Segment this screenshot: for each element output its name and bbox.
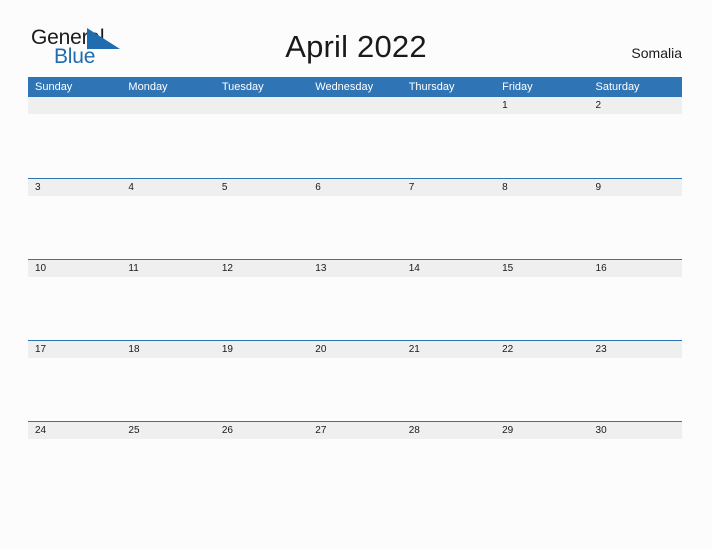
day-cell[interactable] — [121, 97, 214, 114]
day-cell[interactable]: 29 — [495, 422, 588, 439]
day-cell[interactable]: 14 — [402, 260, 495, 277]
region-label: Somalia — [631, 45, 682, 61]
calendar-week-row: 3 4 5 6 7 8 9 — [28, 178, 682, 260]
weekday-header-wednesday: Wednesday — [315, 81, 374, 93]
day-number-band: 3 4 5 6 7 8 9 — [28, 179, 682, 196]
weekday-header-row: Sunday Monday Tuesday Wednesday Thursday… — [28, 77, 682, 97]
day-cell[interactable]: 9 — [589, 179, 682, 196]
day-cell[interactable]: 5 — [215, 179, 308, 196]
day-note-area[interactable] — [28, 439, 682, 503]
day-note-area[interactable] — [28, 277, 682, 341]
day-cell[interactable]: 11 — [121, 260, 214, 277]
day-cell[interactable]: 2 — [589, 97, 682, 114]
day-cell[interactable] — [308, 97, 401, 114]
calendar-page: General Blue April 2022 Somalia Sunday M… — [0, 0, 712, 550]
day-cell[interactable]: 4 — [121, 179, 214, 196]
day-cell[interactable]: 17 — [28, 341, 121, 358]
day-cell[interactable]: 27 — [308, 422, 401, 439]
day-cell[interactable]: 10 — [28, 260, 121, 277]
day-cell[interactable]: 25 — [121, 422, 214, 439]
calendar-week-row: 1 2 — [28, 97, 682, 178]
day-cell[interactable]: 21 — [402, 341, 495, 358]
weekday-header-saturday: Saturday — [595, 81, 640, 93]
weekday-header-tuesday: Tuesday — [221, 81, 264, 93]
day-cell[interactable]: 23 — [589, 341, 682, 358]
weekday-header-thursday: Thursday — [408, 81, 455, 93]
day-cell[interactable]: 12 — [215, 260, 308, 277]
day-cell[interactable]: 26 — [215, 422, 308, 439]
day-cell[interactable]: 22 — [495, 341, 588, 358]
day-cell[interactable] — [28, 97, 121, 114]
day-cell[interactable]: 28 — [402, 422, 495, 439]
day-cell[interactable]: 24 — [28, 422, 121, 439]
day-cell[interactable]: 19 — [215, 341, 308, 358]
day-cell[interactable]: 20 — [308, 341, 401, 358]
weekday-header-monday: Monday — [128, 81, 168, 93]
page-header: General Blue April 2022 Somalia — [0, 0, 712, 76]
day-note-area[interactable] — [28, 114, 682, 178]
weekday-header-friday: Friday — [502, 81, 533, 93]
day-cell[interactable]: 6 — [308, 179, 401, 196]
calendar-grid: Sunday Monday Tuesday Wednesday Thursday… — [28, 77, 682, 503]
day-cell[interactable]: 30 — [589, 422, 682, 439]
day-cell[interactable] — [402, 97, 495, 114]
day-cell[interactable]: 8 — [495, 179, 588, 196]
day-number-band: 17 18 19 20 21 22 23 — [28, 341, 682, 358]
day-note-area[interactable] — [28, 196, 682, 260]
day-number-band: 24 25 26 27 28 29 30 — [28, 422, 682, 439]
weekday-header-sunday: Sunday — [35, 81, 73, 93]
calendar-week-row: 17 18 19 20 21 22 23 — [28, 340, 682, 422]
day-cell[interactable]: 13 — [308, 260, 401, 277]
day-cell[interactable] — [215, 97, 308, 114]
calendar-week-row: 24 25 26 27 28 29 30 — [28, 421, 682, 503]
calendar-week-row: 10 11 12 13 14 15 16 — [28, 259, 682, 341]
page-title: April 2022 — [285, 29, 427, 64]
day-cell[interactable]: 16 — [589, 260, 682, 277]
day-number-band: 10 11 12 13 14 15 16 — [28, 260, 682, 277]
day-note-area[interactable] — [28, 358, 682, 422]
day-cell[interactable]: 18 — [121, 341, 214, 358]
day-cell[interactable]: 7 — [402, 179, 495, 196]
day-cell[interactable]: 1 — [495, 97, 588, 114]
day-number-band: 1 2 — [28, 97, 682, 114]
day-cell[interactable]: 3 — [28, 179, 121, 196]
day-cell[interactable]: 15 — [495, 260, 588, 277]
